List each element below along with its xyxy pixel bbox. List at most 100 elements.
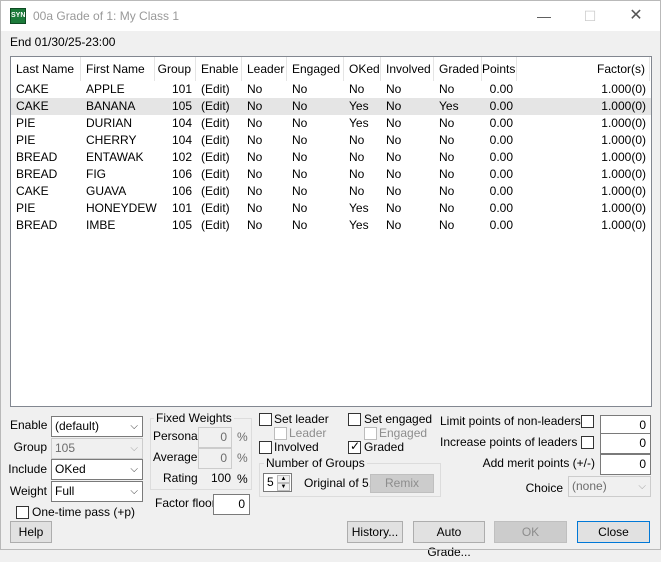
column-header-involved[interactable]: Involved [381,57,434,81]
cell-involved: No [386,82,402,96]
table-row[interactable]: PIE CHERRY 104 (Edit) No No No No No 0.00 1.000(0) [11,132,651,149]
set-engaged-checkbox[interactable] [348,413,361,426]
cell-points: 0.00 [489,184,513,198]
increase-points-checkbox[interactable] [581,436,594,449]
cell-factors: 1.000(0) [601,201,646,215]
increase-points-input[interactable]: 0 [600,433,651,454]
cell-points: 0.00 [489,133,513,147]
cell-enable[interactable]: (Edit) [196,166,242,183]
table-row[interactable]: PIE DURIAN 104 (Edit) No No Yes No No 0.00 1.000(0… [11,115,651,132]
cell-leader: No [247,82,263,96]
factor-floor-input[interactable]: 0 [213,494,250,515]
number-of-groups-spinner[interactable]: 5 ▲ ▼ [263,473,292,492]
cell-involved: No [386,99,402,113]
table-row[interactable]: PIE HONEYDEW 101 (Edit) No No Yes No No 0.00 1.000… [11,200,651,217]
table-row[interactable]: BREAD IMBE 105 (Edit) No No Yes No No 0.00 1.000(0… [11,217,651,234]
table-row[interactable]: CAKE APPLE 101 (Edit) No No No No No 0.00 1.000(0) [11,81,651,98]
column-header-points[interactable]: Points [482,57,517,81]
cell-enable[interactable]: (Edit) [196,98,242,115]
original-groups-label: Original of 5. [304,476,373,490]
cell-group: 104 [171,116,192,130]
weight-select[interactable]: Full ⌵ [51,481,143,502]
cell-graded: No [439,184,455,198]
add-merit-label: Add merit points (+/-) [482,456,595,470]
chevron-down-icon: ⌵ [130,486,138,497]
set-leader-checkbox[interactable] [259,413,272,426]
involved-checkbox[interactable] [259,441,272,454]
fixed-weights-title: Fixed Weights [154,411,234,425]
cell-factors: 1.000(0) [601,150,646,164]
auto-grade-button[interactable]: Auto Grade... [413,521,485,559]
cell-points: 0.00 [489,167,513,181]
cell-oked: Yes [349,201,369,215]
cell-enable[interactable]: (Edit) [196,183,242,200]
weight-select-value: Full [55,484,75,498]
minimize-button[interactable]: — [521,1,567,31]
column-header-group[interactable]: Group [155,57,196,81]
chevron-down-icon: ⌵ [130,464,138,475]
close-window-button[interactable]: ✕ [613,1,659,31]
include-select[interactable]: OKed ⌵ [51,459,143,480]
help-button[interactable]: Help [10,521,52,543]
cell-leader: No [247,184,263,198]
column-header-leader[interactable]: Leader [242,57,287,81]
table-row[interactable]: BREAD FIG 106 (Edit) No No No No No 0.00 1.000(0) [11,166,651,183]
graded-checkbox[interactable]: ✓ [348,439,361,454]
cell-graded: No [439,201,455,215]
cell-enable[interactable]: (Edit) [196,149,242,166]
chevron-down-icon: ⌵ [130,421,138,432]
choice-select: (none) ⌵ [568,476,651,497]
increase-points-label: Increase points of leaders by [440,435,594,449]
column-header-engaged[interactable]: Engaged [287,57,344,81]
include-select-value: OKed [55,462,86,476]
cell-factors: 1.000(0) [601,218,646,232]
cell-leader: No [247,201,263,215]
one-time-pass-checkbox[interactable] [16,506,29,519]
rating-label: Rating [163,471,198,485]
engaged-checkbox [364,427,377,440]
table-row[interactable]: CAKE GUAVA 106 (Edit) No No No No No 0.00 1.000(0) [11,183,651,200]
set-engaged-label: Set engaged [364,412,433,426]
limit-points-checkbox[interactable] [581,415,594,428]
column-header-oked[interactable]: OKed [344,57,381,81]
column-header-last-name[interactable]: Last Name [11,57,81,81]
cell-enable[interactable]: (Edit) [196,217,242,234]
check-mark-icon: ✓ [350,439,361,453]
cell-enable[interactable]: (Edit) [196,115,242,132]
close-button[interactable]: Close [577,521,650,543]
cell-leader: No [247,150,263,164]
leader-label: Leader [289,426,327,440]
column-header-factors[interactable]: Factor(s) [517,57,650,81]
column-header-graded[interactable]: Graded [434,57,482,81]
limit-points-label: Limit points of non-leaders to [440,414,595,428]
students-grid[interactable]: Last Name First Name Group Enable Leader Enga… [10,56,652,407]
cell-last-name: PIE [16,116,36,130]
table-row[interactable]: CAKE BANANA 105 (Edit) No No Yes No Yes 0.00 1.000… [11,98,651,115]
average-input: 0 [198,448,232,469]
add-merit-input[interactable]: 0 [600,454,651,475]
cell-enable[interactable]: (Edit) [196,81,242,98]
table-row[interactable]: BREAD ENTAWAK 102 (Edit) No No No No No 0.00 1.000… [11,149,651,166]
cell-enable[interactable]: (Edit) [196,132,242,149]
cell-last-name: BREAD [16,167,58,181]
enable-select[interactable]: (default) ⌵ [51,416,143,437]
cell-engaged: No [292,116,308,130]
cell-points: 0.00 [489,218,513,232]
cell-enable[interactable]: (Edit) [196,200,242,217]
history-button[interactable]: History... [347,521,403,543]
number-of-groups-title: Number of Groups [264,456,367,470]
spinner-up-icon[interactable]: ▲ [277,475,290,483]
cell-last-name: BREAD [16,218,58,232]
column-header-first-name[interactable]: First Name [81,57,155,81]
set-leader-label: Set leader [274,412,329,426]
personal-input: 0 [198,427,232,448]
column-header-enable[interactable]: Enable [196,57,242,81]
cell-engaged: No [292,99,308,113]
spinner-down-icon[interactable]: ▼ [277,483,290,491]
weight-label: Weight [9,484,47,498]
maximize-button[interactable]: ☐ [567,1,613,31]
group-label: Group [13,440,47,454]
cell-factors: 1.000(0) [601,99,646,113]
cell-first-name: APPLE [86,82,125,96]
cell-group: 101 [171,82,192,96]
